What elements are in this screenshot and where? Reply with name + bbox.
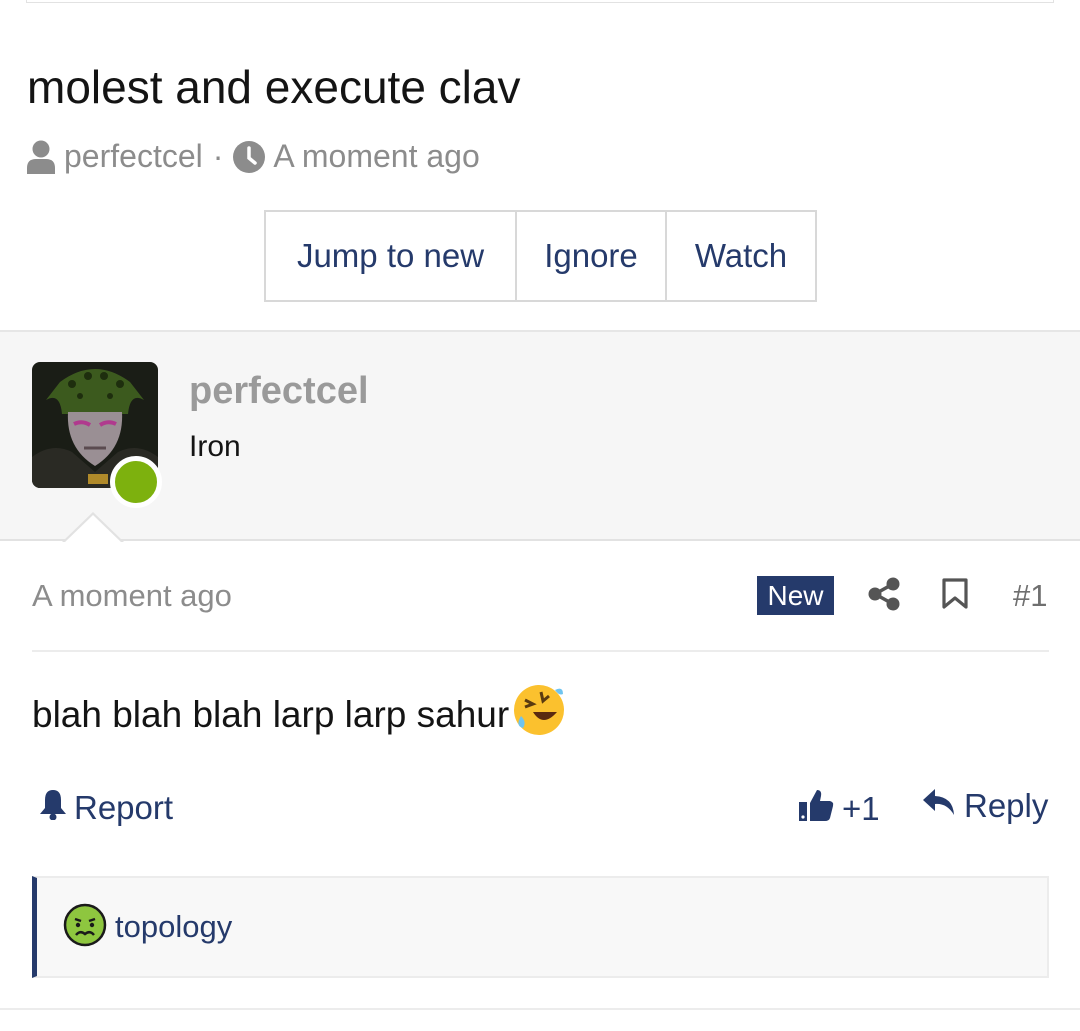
watch-button[interactable]: Watch — [665, 212, 815, 300]
post-author-panel — [0, 330, 1080, 541]
reply-icon — [922, 787, 956, 825]
panel-pointer-inner — [64, 515, 122, 543]
reply-link[interactable]: Reply — [922, 787, 1048, 825]
post-body-text: blah blah blah larp larp sahur — [32, 693, 510, 735]
rolling-on-floor-laughing-icon — [511, 682, 567, 747]
post-number-link[interactable]: #1 — [1013, 578, 1047, 614]
thumbs-up-icon — [798, 787, 834, 831]
reply-label: Reply — [964, 787, 1049, 824]
new-badge: New — [757, 576, 834, 615]
nauseated-face-icon — [63, 903, 107, 952]
post-body: blah blah blah larp larp sahur — [32, 682, 567, 747]
like-count: +1 — [842, 790, 880, 827]
thread-title: molest and execute clav — [27, 61, 521, 113]
post-author-name[interactable]: perfectcel — [189, 370, 369, 413]
reaction-user-link[interactable]: topology — [115, 909, 232, 945]
user-icon — [26, 140, 56, 174]
thread-actions: Jump to new Ignore Watch — [264, 210, 817, 302]
jump-to-new-button[interactable]: Jump to new — [266, 212, 515, 300]
report-link[interactable]: Report — [38, 788, 173, 828]
report-label: Report — [74, 789, 174, 826]
like-button[interactable]: +1 — [798, 787, 880, 831]
thread-time: A moment ago — [273, 138, 480, 174]
top-divider — [26, 0, 1054, 3]
share-icon[interactable] — [868, 577, 900, 616]
ignore-button[interactable]: Ignore — [515, 212, 665, 300]
bookmark-icon[interactable] — [941, 578, 969, 615]
post-header-divider — [32, 650, 1049, 652]
reaction-bar[interactable]: topology — [32, 876, 1049, 978]
post-time[interactable]: A moment ago — [32, 578, 232, 614]
thread-author-link[interactable]: perfectcel — [64, 138, 203, 175]
clock-icon — [233, 140, 266, 173]
post-author-rank: Iron — [189, 430, 241, 463]
bottom-divider — [0, 1008, 1080, 1010]
thread-meta: perfectcel · A moment ago — [26, 138, 480, 175]
bell-icon — [38, 788, 68, 828]
meta-separator: · — [212, 138, 224, 174]
online-status-indicator — [110, 456, 162, 508]
